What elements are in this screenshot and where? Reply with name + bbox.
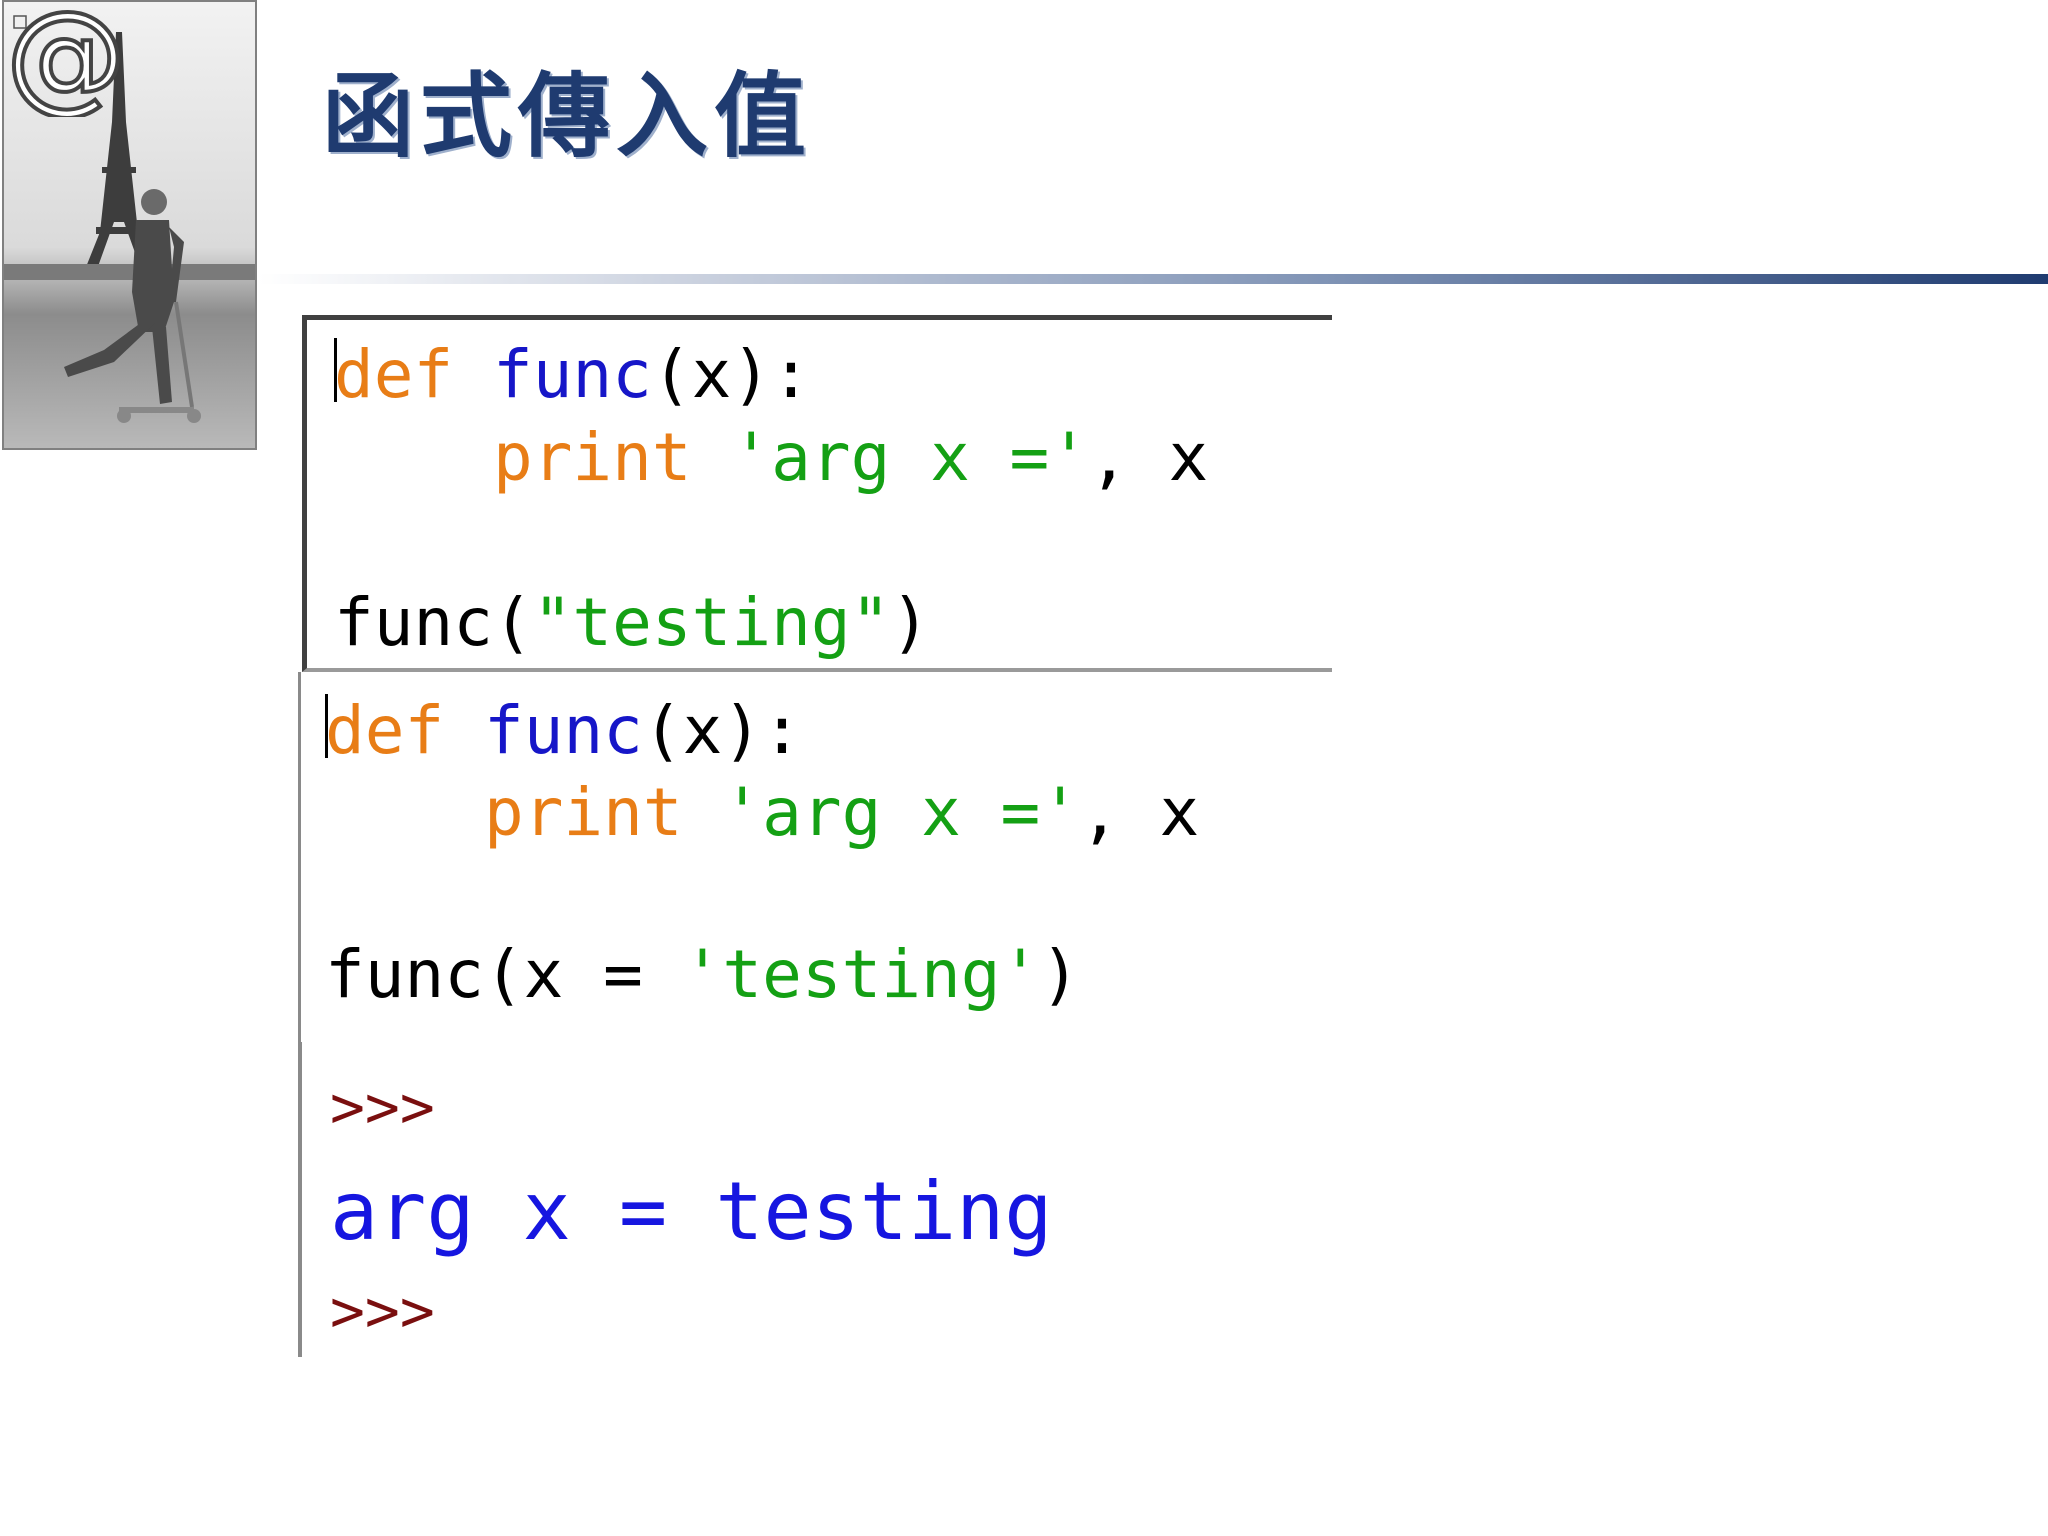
function-params: (x): [642, 692, 802, 769]
slide-title: 函式傳入值 [322, 62, 813, 170]
code-editor-positional: def func(x): print 'arg x =', x func("te… [302, 315, 1332, 672]
call-close: ) [1040, 936, 1080, 1013]
code-line-call: func(x = 'testing') [325, 942, 1080, 1008]
keyword-def: def [325, 692, 445, 769]
code-line-def: def func(x): [334, 342, 811, 408]
string-literal: 'arg x =' [731, 419, 1090, 496]
title-divider [258, 274, 2048, 284]
function-name: func [492, 336, 652, 413]
svg-text:@: @ [6, 2, 126, 117]
call-open: func(x = [325, 936, 683, 1013]
string-literal: 'arg x =' [722, 774, 1081, 851]
scooter-photo: @ [2, 0, 257, 450]
keyword-print: print [492, 419, 692, 496]
code-editor-keyword: def func(x): print 'arg x =', x func(x =… [298, 672, 1332, 1042]
print-args: , x [1080, 774, 1200, 851]
code-line-def: def func(x): [325, 698, 802, 764]
shell-prompt: >>> [330, 1073, 435, 1141]
python-shell-output: >>> arg x = testing >>> [298, 1042, 1052, 1357]
code-line-print: print 'arg x =', x [325, 780, 1199, 846]
function-params: (x): [651, 336, 811, 413]
call-close: ) [890, 584, 931, 661]
call-open: func( [334, 584, 533, 661]
code-line-print: print 'arg x =', x [334, 425, 1208, 491]
function-name: func [483, 692, 643, 769]
call-argument: 'testing' [682, 936, 1041, 1013]
code-line-call: func("testing") [334, 590, 930, 656]
keyword-print: print [483, 774, 683, 851]
print-args: , x [1089, 419, 1209, 496]
call-argument: "testing" [532, 584, 891, 661]
at-sign-icon: @ [4, 2, 128, 117]
shell-prompt: >>> [330, 1277, 435, 1345]
keyword-def: def [334, 336, 454, 413]
shell-output-line: arg x = testing [330, 1165, 1053, 1258]
